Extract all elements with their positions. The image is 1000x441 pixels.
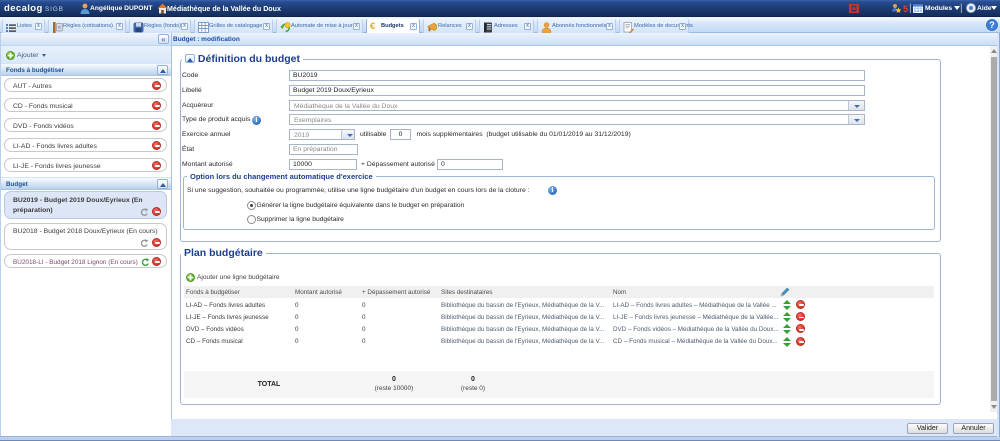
svg-text:?: ?: [989, 20, 995, 30]
